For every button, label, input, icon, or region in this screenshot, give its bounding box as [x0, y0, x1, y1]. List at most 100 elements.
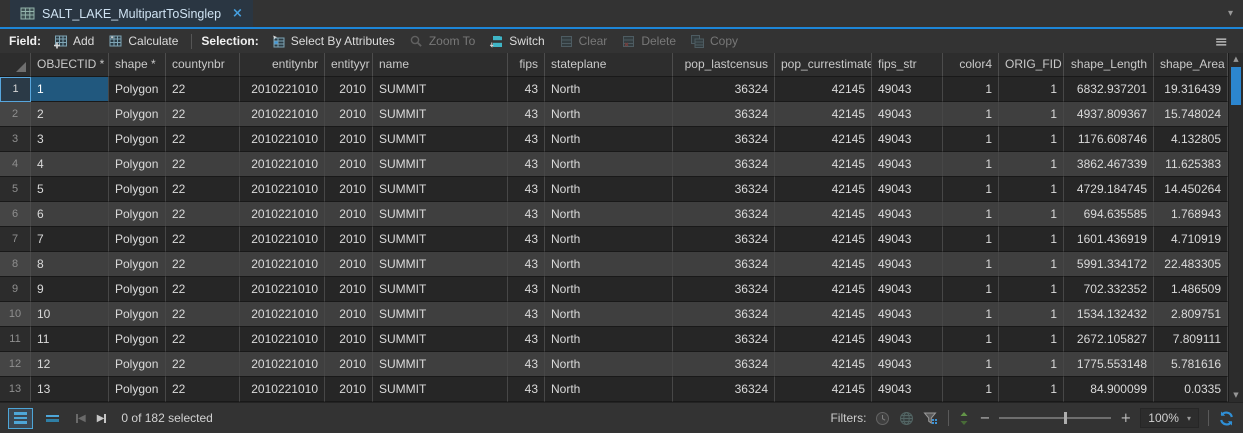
table-cell[interactable]: 5991.334172: [1064, 252, 1154, 277]
table-cell[interactable]: 11.625383: [1154, 152, 1228, 177]
table-cell[interactable]: 43: [508, 102, 545, 127]
table-cell[interactable]: 43: [508, 352, 545, 377]
table-menu-icon[interactable]: ≡: [1206, 32, 1237, 51]
table-cell[interactable]: 22: [166, 327, 240, 352]
table-cell[interactable]: 49043: [872, 302, 943, 327]
table-cell[interactable]: 2010221010: [240, 277, 325, 302]
table-cell[interactable]: 1: [999, 377, 1064, 402]
column-header-name[interactable]: name: [373, 53, 508, 77]
table-cell[interactable]: 36324: [673, 202, 775, 227]
table-cell[interactable]: 42145: [775, 77, 872, 102]
column-header-fips[interactable]: fips: [508, 53, 545, 77]
table-cell[interactable]: 36324: [673, 177, 775, 202]
table-cell[interactable]: Polygon: [109, 302, 166, 327]
table-cell[interactable]: 49043: [872, 202, 943, 227]
table-cell[interactable]: 2010: [325, 377, 373, 402]
table-cell[interactable]: 36324: [673, 352, 775, 377]
table-cell[interactable]: 36324: [673, 152, 775, 177]
add-field-button[interactable]: Add: [46, 29, 101, 53]
table-cell[interactable]: 49043: [872, 327, 943, 352]
zoom-level-select[interactable]: 100% ▾: [1140, 408, 1199, 428]
table-cell[interactable]: North: [545, 227, 673, 252]
zoom-in-button[interactable]: +: [1120, 411, 1131, 426]
table-cell[interactable]: 36324: [673, 327, 775, 352]
table-cell[interactable]: 2010221010: [240, 377, 325, 402]
table-cell[interactable]: 42145: [775, 302, 872, 327]
table-cell[interactable]: SUMMIT: [373, 227, 508, 252]
zoom-slider-thumb[interactable]: [1064, 412, 1067, 424]
table-cell[interactable]: 0.0335: [1154, 377, 1228, 402]
table-cell[interactable]: 1775.553148: [1064, 352, 1154, 377]
table-cell[interactable]: 1: [943, 77, 999, 102]
calculate-field-button[interactable]: Calculate: [101, 29, 185, 53]
table-cell[interactable]: 1: [943, 177, 999, 202]
table-cell[interactable]: North: [545, 377, 673, 402]
table-cell[interactable]: 22: [166, 352, 240, 377]
table-cell[interactable]: 2010221010: [240, 202, 325, 227]
table-cell[interactable]: 43: [508, 177, 545, 202]
table-cell[interactable]: 2672.105827: [1064, 327, 1154, 352]
table-cell[interactable]: 5: [31, 177, 109, 202]
table-cell[interactable]: North: [545, 252, 673, 277]
row-header[interactable]: 3: [0, 127, 31, 152]
show-selected-records-button[interactable]: [40, 408, 65, 429]
table-cell[interactable]: 2010: [325, 327, 373, 352]
table-cell[interactable]: 36324: [673, 227, 775, 252]
table-cell[interactable]: 4.710919: [1154, 227, 1228, 252]
table-cell[interactable]: 84.900099: [1064, 377, 1154, 402]
table-cell[interactable]: 42145: [775, 252, 872, 277]
row-header[interactable]: 2: [0, 102, 31, 127]
table-cell[interactable]: SUMMIT: [373, 252, 508, 277]
row-header[interactable]: 5: [0, 177, 31, 202]
table-cell[interactable]: 43: [508, 302, 545, 327]
table-cell[interactable]: 43: [508, 202, 545, 227]
table-cell[interactable]: Polygon: [109, 152, 166, 177]
table-cell[interactable]: 42145: [775, 277, 872, 302]
table-cell[interactable]: 1: [999, 77, 1064, 102]
table-cell[interactable]: 2010: [325, 352, 373, 377]
table-cell[interactable]: 22: [166, 127, 240, 152]
table-cell[interactable]: 2010: [325, 102, 373, 127]
row-header[interactable]: 8: [0, 252, 31, 277]
table-cell[interactable]: 43: [508, 127, 545, 152]
column-header-color4[interactable]: color4: [943, 53, 999, 77]
table-cell[interactable]: 1: [31, 77, 109, 102]
table-cell[interactable]: 1534.132432: [1064, 302, 1154, 327]
show-all-records-button[interactable]: [8, 408, 33, 429]
column-header-entityyr[interactable]: entityyr: [325, 53, 373, 77]
table-cell[interactable]: 1: [943, 302, 999, 327]
table-cell[interactable]: Polygon: [109, 277, 166, 302]
table-cell[interactable]: 42145: [775, 352, 872, 377]
table-cell[interactable]: 22: [166, 77, 240, 102]
switch-selection-button[interactable]: Switch: [482, 29, 551, 53]
table-cell[interactable]: 9: [31, 277, 109, 302]
table-cell[interactable]: 2010221010: [240, 227, 325, 252]
table-cell[interactable]: North: [545, 352, 673, 377]
table-cell[interactable]: 1: [943, 327, 999, 352]
column-header-shape-length[interactable]: shape_Length: [1064, 53, 1154, 77]
table-cell[interactable]: North: [545, 102, 673, 127]
table-cell[interactable]: 43: [508, 227, 545, 252]
table-cell[interactable]: 36324: [673, 77, 775, 102]
table-cell[interactable]: 22: [166, 277, 240, 302]
table-cell[interactable]: 1: [943, 102, 999, 127]
table-cell[interactable]: 2010: [325, 127, 373, 152]
table-cell[interactable]: SUMMIT: [373, 327, 508, 352]
table-cell[interactable]: 22: [166, 252, 240, 277]
table-cell[interactable]: 22: [166, 152, 240, 177]
column-header-pop-lastcensus[interactable]: pop_lastcensus: [673, 53, 775, 77]
table-cell[interactable]: 1601.436919: [1064, 227, 1154, 252]
table-cell[interactable]: 36324: [673, 127, 775, 152]
close-icon[interactable]: ×: [232, 6, 243, 21]
table-cell[interactable]: 2010: [325, 77, 373, 102]
table-cell[interactable]: 1: [943, 152, 999, 177]
table-cell[interactable]: 1: [999, 152, 1064, 177]
tab-overflow-icon[interactable]: ▾: [1218, 8, 1243, 19]
column-header-pop-currestimate[interactable]: pop_currestimate: [775, 53, 872, 77]
table-cell[interactable]: North: [545, 302, 673, 327]
row-header[interactable]: 4: [0, 152, 31, 177]
table-cell[interactable]: 49043: [872, 377, 943, 402]
table-cell[interactable]: 1: [999, 202, 1064, 227]
table-cell[interactable]: 1: [999, 127, 1064, 152]
table-cell[interactable]: 15.748024: [1154, 102, 1228, 127]
